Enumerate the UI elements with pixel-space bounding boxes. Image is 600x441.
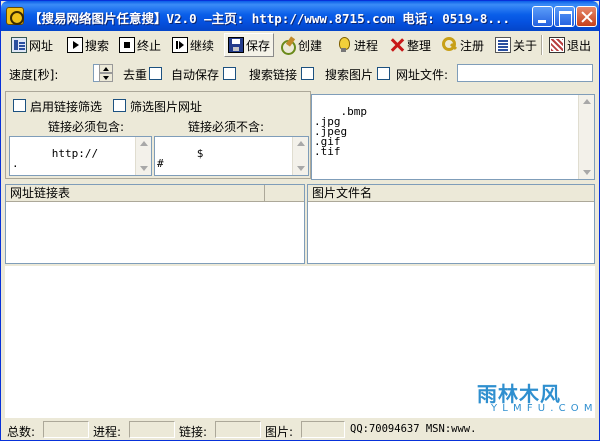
dedupe-label: 去重 <box>123 68 148 82</box>
continue-button-label: 继续 <box>190 38 215 53</box>
create-button-label: 创建 <box>298 38 323 53</box>
register-button-label: 注册 <box>460 38 485 53</box>
tidy-icon <box>389 37 405 53</box>
must-not-contain-label: 链接必须不含: <box>188 120 265 134</box>
url-button[interactable]: 网址 <box>11 33 53 57</box>
autosave-checkbox[interactable] <box>223 67 236 80</box>
link-field <box>215 421 261 438</box>
total-label: 总数: <box>7 425 36 439</box>
search-images-checkbox[interactable] <box>377 67 390 80</box>
link-label: 链接: <box>179 425 208 439</box>
progress-label: 进程: <box>93 425 122 439</box>
status-bar: 总数: 进程: 链接: 图片: QQ:70094637 MSN:www. <box>5 421 597 439</box>
filter-images-label: 筛选图片网址 <box>130 100 203 114</box>
key-icon <box>442 37 458 53</box>
progress-field <box>129 421 175 438</box>
save-icon <box>228 37 244 53</box>
continue-icon <box>172 37 188 53</box>
save-button-label: 保存 <box>246 38 271 53</box>
spin-down-icon[interactable] <box>99 73 113 82</box>
continue-button[interactable]: 继续 <box>172 33 214 57</box>
bulb-icon <box>336 37 352 53</box>
app-window: 【搜易网络图片任意搜】V2.0 —主页: http://www.8715.com… <box>0 0 600 441</box>
search-links-checkbox[interactable] <box>301 67 314 80</box>
filter-images-checkbox[interactable] <box>113 99 126 112</box>
tidy-button-label: 整理 <box>407 38 432 53</box>
images-column-header[interactable]: 图片文件名 <box>308 185 594 202</box>
about-icon <box>495 37 511 53</box>
window-title: 【搜易网络图片任意搜】V2.0 —主页: http://www.8715.com… <box>29 11 511 26</box>
filter-panel: 启用链接筛选 筛选图片网址 链接必须包含: 链接必须不含: http:// . … <box>5 91 311 179</box>
search-images-label: 搜索图片 <box>325 68 374 82</box>
toolbar-separator <box>541 35 543 55</box>
title-bar[interactable]: 【搜易网络图片任意搜】V2.0 —主页: http://www.8715.com… <box>1 1 599 31</box>
search-links-label: 搜索链接 <box>249 68 298 82</box>
stop-icon <box>119 37 135 53</box>
options-row: 速度[秒]: 8 去重 自动保存 搜索链接 搜索图片 网址文件: <box>5 62 595 84</box>
extensions-textarea[interactable]: .bmp .jpg .jpeg .gif .tif <box>311 94 595 180</box>
create-icon <box>280 37 296 55</box>
extensions-scrollbar[interactable] <box>578 95 594 179</box>
maximize-button[interactable] <box>554 6 575 27</box>
watermark-url: Y L M F U . C O M <box>491 403 594 414</box>
close-button[interactable] <box>576 6 597 27</box>
enable-filter-checkbox[interactable] <box>13 99 26 112</box>
exit-button[interactable]: 退出 <box>549 33 591 57</box>
url-file-label: 网址文件: <box>396 68 449 82</box>
spin-up-icon[interactable] <box>99 64 113 73</box>
must-not-contain-value: $ # <box>157 147 204 170</box>
stop-button[interactable]: 终止 <box>119 33 161 57</box>
tidy-button[interactable]: 整理 <box>389 33 431 57</box>
about-button-label: 关于 <box>513 38 538 53</box>
save-button[interactable]: 保存 <box>224 33 275 57</box>
links-column-header[interactable]: 网址链接表 <box>6 185 264 202</box>
url-icon <box>11 37 27 53</box>
speed-label: 速度[秒]: <box>9 68 59 82</box>
must-contain-textarea[interactable]: http:// . <box>9 136 152 176</box>
must-not-contain-scrollbar[interactable] <box>292 137 308 175</box>
register-button[interactable]: 注册 <box>442 33 484 57</box>
search-button[interactable]: 搜索 <box>67 33 109 57</box>
dedupe-checkbox[interactable] <box>149 67 162 80</box>
must-contain-scrollbar[interactable] <box>135 137 151 175</box>
stop-button-label: 终止 <box>137 38 162 53</box>
speed-spinner[interactable] <box>99 64 113 82</box>
process-button[interactable]: 进程 <box>336 33 378 57</box>
watermark: 雨林木风 Y L M F U . C O M <box>467 378 595 418</box>
extensions-value: .bmp .jpg .jpeg .gif .tif <box>314 105 367 158</box>
images-table[interactable]: 图片文件名 <box>307 184 595 264</box>
about-button[interactable]: 关于 <box>495 33 537 57</box>
must-not-contain-textarea[interactable]: $ # <box>154 136 309 176</box>
exit-icon <box>549 37 565 53</box>
links-column-filler <box>264 185 304 202</box>
contact-info: QQ:70094637 MSN:www. <box>350 423 477 435</box>
url-file-input[interactable] <box>457 64 593 82</box>
must-contain-value: http:// . <box>12 147 99 170</box>
enable-filter-label: 启用链接筛选 <box>30 100 103 114</box>
total-field <box>43 421 89 438</box>
must-contain-label: 链接必须包含: <box>48 120 125 134</box>
url-button-label: 网址 <box>29 38 54 53</box>
image-label: 图片: <box>265 425 294 439</box>
create-button[interactable]: 创建 <box>280 33 322 57</box>
search-button-label: 搜索 <box>85 38 110 53</box>
toolbar: 网址 搜索 终止 继续 保存 创建 进程 整理 注册 关于 退出 <box>5 33 595 57</box>
app-icon <box>6 7 24 25</box>
process-button-label: 进程 <box>354 38 379 53</box>
exit-button-label: 退出 <box>567 38 592 53</box>
play-icon <box>67 37 83 53</box>
autosave-label: 自动保存 <box>171 68 220 82</box>
minimize-button[interactable] <box>532 6 553 27</box>
links-table[interactable]: 网址链接表 <box>5 184 305 264</box>
image-field <box>301 421 345 438</box>
